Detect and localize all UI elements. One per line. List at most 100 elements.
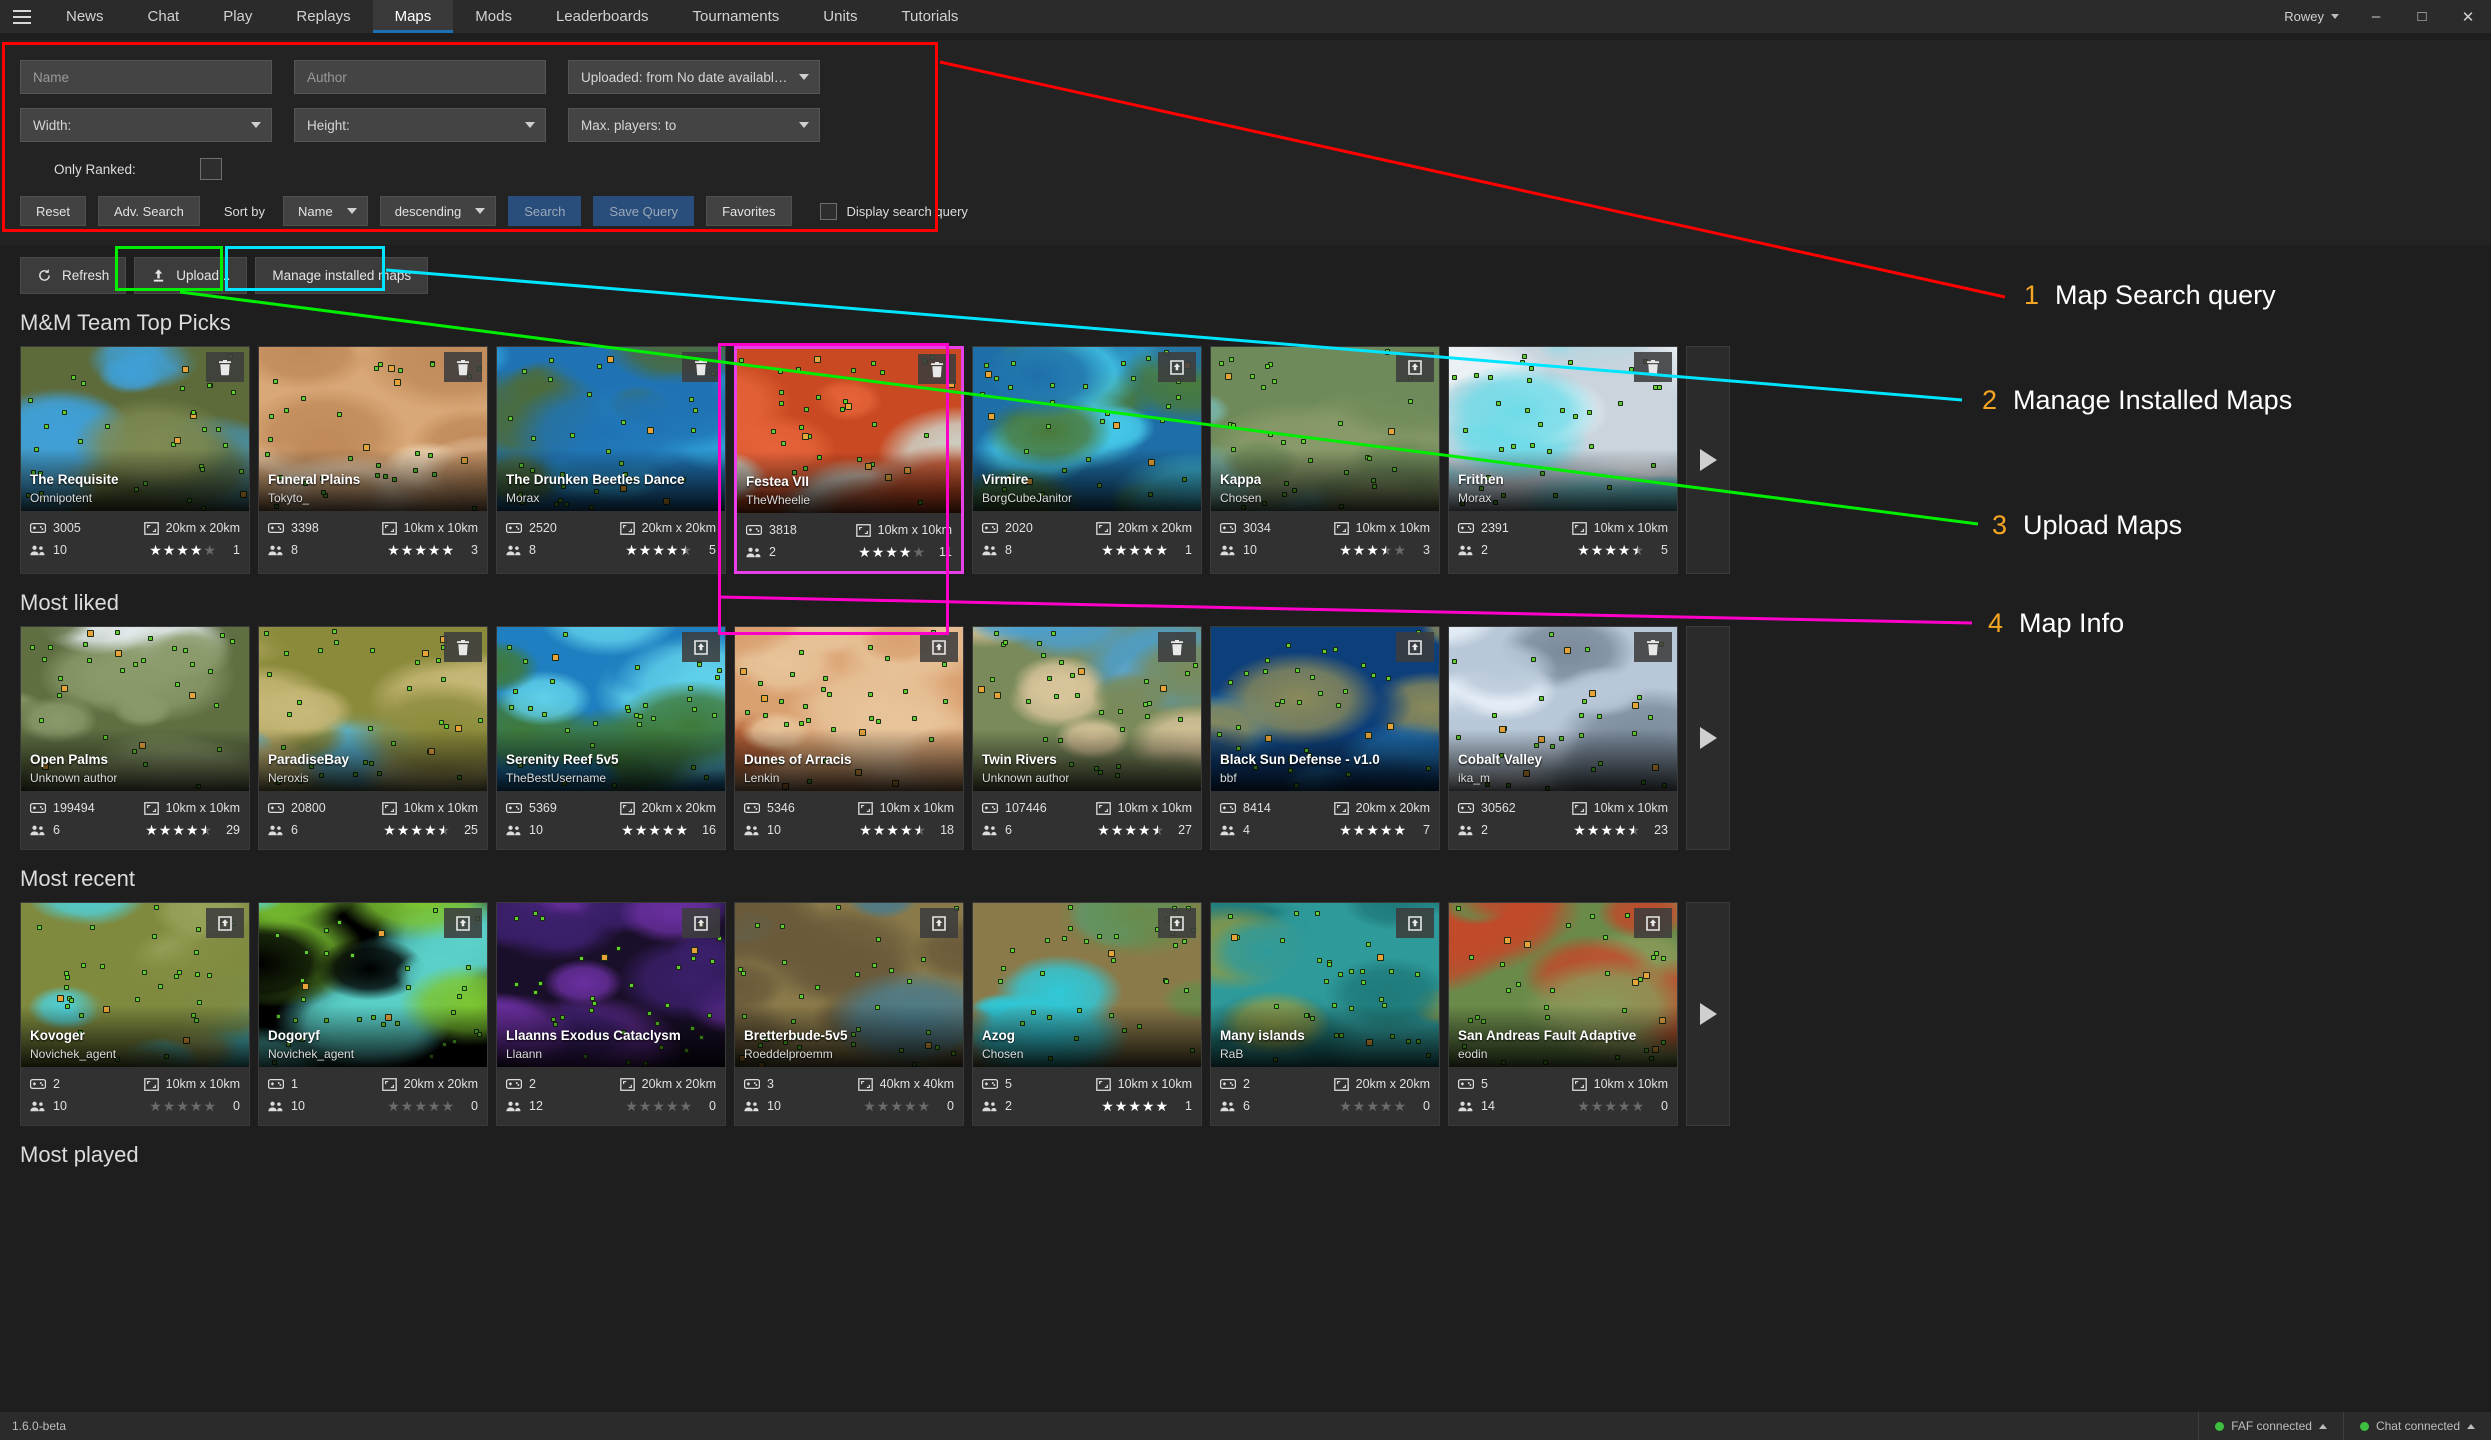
map-card[interactable]: Serenity Reef 5v5 TheBestUsername 5369 2… [496,626,726,850]
download-map-button[interactable] [1158,908,1196,938]
delete-map-button[interactable] [444,632,482,662]
map-card[interactable]: Dogoryf Novichek_agent 1 20km x 20km 10 … [258,902,488,1126]
nav-tab-units[interactable]: Units [801,0,879,33]
delete-map-button[interactable] [918,354,956,384]
adv-search-button[interactable]: Adv. Search [97,196,200,226]
nav-tab-play[interactable]: Play [201,0,274,33]
maximize-button[interactable]: □ [2399,0,2445,33]
download-map-button[interactable] [1396,632,1434,662]
map-thumbnail[interactable]: Open Palms Unknown author [21,627,249,791]
nav-tab-tutorials[interactable]: Tutorials [879,0,980,33]
search-button[interactable]: Search [508,196,582,226]
search-author-input[interactable]: Author [294,60,546,94]
nav-tab-leaderboards[interactable]: Leaderboards [534,0,671,33]
map-card[interactable]: Many islands RaB 2 20km x 20km 6 ★ ★ ★ ★ ★ 0 [1210,902,1440,1126]
max-players-select[interactable]: Max. players: to [568,108,820,142]
map-thumbnail[interactable]: Dogoryf Novichek_agent [259,903,487,1067]
nav-tab-news[interactable]: News [44,0,126,33]
faf-connection-status[interactable]: FAF connected [2198,1412,2343,1440]
nav-tab-mods[interactable]: Mods [453,0,534,33]
map-card[interactable]: Frithen Morax 2391 10km x 10km 2 ★ ★ ★ ★ ★ 5 [1448,346,1678,574]
user-menu[interactable]: Rowey [2270,0,2353,33]
uploaded-date-range-select[interactable]: Uploaded: from No date available to N... [568,60,820,94]
delete-map-button[interactable] [206,352,244,382]
map-card[interactable]: Black Sun Defense - v1.0 bbf 8414 20km x… [1210,626,1440,850]
map-thumbnail[interactable]: Serenity Reef 5v5 TheBestUsername [497,627,725,791]
display-search-query-checkbox[interactable] [819,202,837,220]
height-select[interactable]: Height: [294,108,546,142]
download-map-button[interactable] [444,908,482,938]
download-map-button[interactable] [206,908,244,938]
scroll-right-button[interactable] [1686,902,1730,1126]
download-map-button[interactable] [1396,352,1434,382]
map-thumbnail[interactable]: Many islands RaB [1211,903,1439,1067]
delete-map-button[interactable] [1634,352,1672,382]
map-thumbnail[interactable]: Azog Chosen [973,903,1201,1067]
map-card[interactable]: ParadiseBay Neroxis 20800 10km x 10km 6 … [258,626,488,850]
download-map-button[interactable] [1396,908,1434,938]
map-card[interactable]: Funeral Plains Tokyto_ 3398 10km x 10km … [258,346,488,574]
map-thumbnail[interactable]: Dunes of Arracis Lenkin [735,627,963,791]
map-card[interactable]: The Requisite Omnipotent 3005 20km x 20k… [20,346,250,574]
nav-tab-chat[interactable]: Chat [126,0,202,33]
save-query-button[interactable]: Save Query [593,196,695,226]
map-thumbnail[interactable]: San Andreas Fault Adaptive eodin [1449,903,1677,1067]
delete-map-button[interactable] [1158,632,1196,662]
delete-map-button[interactable] [682,352,720,382]
upload-button[interactable]: Upload... [134,257,248,294]
sort-order-select[interactable]: descending [379,196,497,226]
chat-connection-status[interactable]: Chat connected [2342,1412,2491,1440]
reset-button[interactable]: Reset [20,196,86,226]
map-card[interactable]: Bretterbude-5v5 Roeddelproemm 3 40km x 4… [734,902,964,1126]
hamburger-icon[interactable] [0,0,44,33]
only-ranked-checkbox[interactable] [199,158,222,180]
map-card[interactable]: Festea VII TheWheelie 3818 10km x 10km 2… [734,346,964,574]
favorites-button[interactable]: Favorites [706,196,792,226]
map-card[interactable]: Kovoger Novichek_agent 2 10km x 10km 10 … [20,902,250,1126]
refresh-button[interactable]: Refresh [20,257,127,294]
delete-map-button[interactable] [1634,632,1672,662]
scroll-right-button[interactable] [1686,346,1730,574]
scroll-right-button[interactable] [1686,626,1730,850]
map-card[interactable]: Cobalt Valley ika_m 30562 10km x 10km 2 … [1448,626,1678,850]
sort-field-select[interactable]: Name [283,196,368,226]
download-map-button[interactable] [920,908,958,938]
download-map-button[interactable] [1158,352,1196,382]
download-map-button[interactable] [920,632,958,662]
map-card[interactable]: Twin Rivers Unknown author 107446 10km x… [972,626,1202,850]
delete-map-button[interactable] [444,352,482,382]
download-map-button[interactable] [682,632,720,662]
map-thumbnail[interactable]: Virmire BorgCubeJanitor [973,347,1201,511]
map-thumbnail[interactable]: Llaanns Exodus Cataclysm Llaann [497,903,725,1067]
map-thumbnail[interactable]: Twin Rivers Unknown author [973,627,1201,791]
manage-installed-maps-button[interactable]: Manage installed maps [255,257,429,294]
map-thumbnail[interactable]: Frithen Morax [1449,347,1677,511]
map-card[interactable]: San Andreas Fault Adaptive eodin 5 10km … [1448,902,1678,1126]
download-map-button[interactable] [682,908,720,938]
map-thumbnail[interactable]: Cobalt Valley ika_m [1449,627,1677,791]
map-thumbnail[interactable]: ParadiseBay Neroxis [259,627,487,791]
download-map-button[interactable] [1634,908,1672,938]
map-card[interactable]: Virmire BorgCubeJanitor 2020 20km x 20km… [972,346,1202,574]
search-name-input[interactable]: Name [20,60,272,94]
map-thumbnail[interactable]: Bretterbude-5v5 Roeddelproemm [735,903,963,1067]
map-card[interactable]: Kappa Chosen 3034 10km x 10km 10 ★ ★ ★ ★ ★ 3 [1210,346,1440,574]
map-card[interactable]: Azog Chosen 5 10km x 10km 2 ★ ★ ★ ★ ★ 1 [972,902,1202,1126]
nav-tab-tournaments[interactable]: Tournaments [671,0,802,33]
map-thumbnail[interactable]: The Drunken Beetles Dance Morax [497,347,725,511]
width-select[interactable]: Width: [20,108,272,142]
nav-tab-replays[interactable]: Replays [274,0,372,33]
map-thumbnail[interactable]: Festea VII TheWheelie [737,349,961,513]
map-card[interactable]: Dunes of Arracis Lenkin 5346 10km x 10km… [734,626,964,850]
map-card[interactable]: The Drunken Beetles Dance Morax 2520 20k… [496,346,726,574]
nav-tab-maps[interactable]: Maps [372,0,454,33]
close-button[interactable]: ✕ [2445,0,2491,33]
map-thumbnail[interactable]: Funeral Plains Tokyto_ [259,347,487,511]
minimize-button[interactable]: – [2353,0,2399,33]
map-thumbnail[interactable]: Kovoger Novichek_agent [21,903,249,1067]
map-card[interactable]: Llaanns Exodus Cataclysm Llaann 2 20km x… [496,902,726,1126]
map-thumbnail[interactable]: The Requisite Omnipotent [21,347,249,511]
map-thumbnail[interactable]: Kappa Chosen [1211,347,1439,511]
map-thumbnail[interactable]: Black Sun Defense - v1.0 bbf [1211,627,1439,791]
map-card[interactable]: Open Palms Unknown author 199494 10km x … [20,626,250,850]
